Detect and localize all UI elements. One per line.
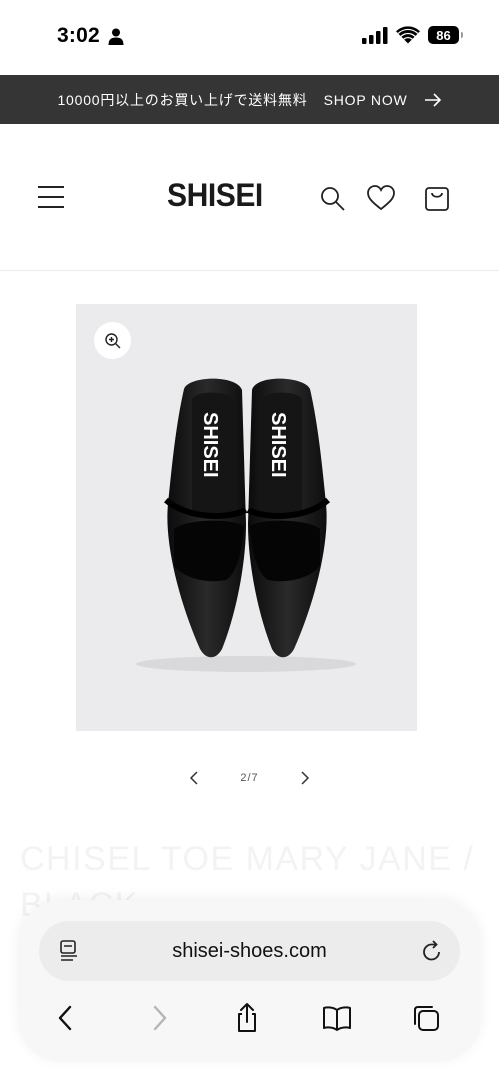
back-button[interactable] <box>48 1000 84 1036</box>
announcement-bar[interactable]: 10000円以上のお買い上げで送料無料 SHOP NOW <box>0 75 499 124</box>
status-time: 3:02 <box>57 24 100 47</box>
left-insole-brand: SHISEI <box>199 412 221 478</box>
status-indicators: 86 <box>362 26 463 44</box>
person-icon <box>108 28 124 45</box>
next-image-button[interactable] <box>295 768 315 788</box>
site-header: SHISEI <box>0 124 499 271</box>
share-icon <box>238 1003 256 1032</box>
zoom-button[interactable] <box>94 322 131 359</box>
shop-now-link[interactable]: SHOP NOW <box>324 92 408 108</box>
browser-toolbar <box>18 1000 481 1036</box>
book-icon <box>323 1006 351 1031</box>
tabs-button[interactable] <box>408 1000 444 1036</box>
reload-icon[interactable] <box>420 938 444 964</box>
zoom-in-icon <box>104 332 120 348</box>
browser-bottom-bar: shisei-shoes.com <box>18 900 481 1062</box>
previous-image-button[interactable] <box>184 768 204 788</box>
search-icon <box>321 187 345 211</box>
status-bar: 3:02 86 <box>0 0 499 75</box>
page-menu-icon[interactable] <box>57 939 81 963</box>
wishlist-button[interactable] <box>366 183 396 213</box>
bookmarks-button[interactable] <box>319 1000 355 1036</box>
announcement-text: 10000円以上のお買い上げで送料無料 <box>57 91 308 108</box>
gallery-pager: 2/7 <box>0 764 499 792</box>
product-photo-shoes: SHISEI SHISEI <box>136 378 356 672</box>
search-button[interactable] <box>317 183 347 213</box>
cart-button[interactable] <box>422 183 452 213</box>
wifi-icon <box>396 26 420 44</box>
right-insole-brand: SHISEI <box>267 412 289 478</box>
cellular-signal-icon <box>362 26 388 44</box>
tabs-icon <box>414 1006 439 1031</box>
chevron-right-icon <box>153 1005 167 1031</box>
menu-icon-line <box>38 186 64 188</box>
shopping-bag-icon <box>425 187 449 211</box>
share-button[interactable] <box>229 1000 265 1036</box>
battery-indicator: 86 <box>428 26 463 44</box>
heart-icon <box>367 185 395 211</box>
menu-icon-line <box>38 206 64 208</box>
image-counter: 2/7 <box>240 772 259 784</box>
menu-icon-line <box>38 196 64 198</box>
chevron-left-icon <box>190 771 198 785</box>
address-bar[interactable]: shisei-shoes.com <box>39 921 460 981</box>
chevron-right-icon <box>301 771 309 785</box>
product-image[interactable]: SHISEI SHISEI <box>76 304 417 731</box>
site-logo[interactable]: SHISEI <box>167 177 263 214</box>
arrow-right-icon <box>424 92 441 107</box>
url-text[interactable]: shisei-shoes.com <box>39 921 460 981</box>
menu-button[interactable] <box>38 186 64 210</box>
chevron-left-icon <box>58 1005 72 1031</box>
forward-button[interactable] <box>141 1000 177 1036</box>
